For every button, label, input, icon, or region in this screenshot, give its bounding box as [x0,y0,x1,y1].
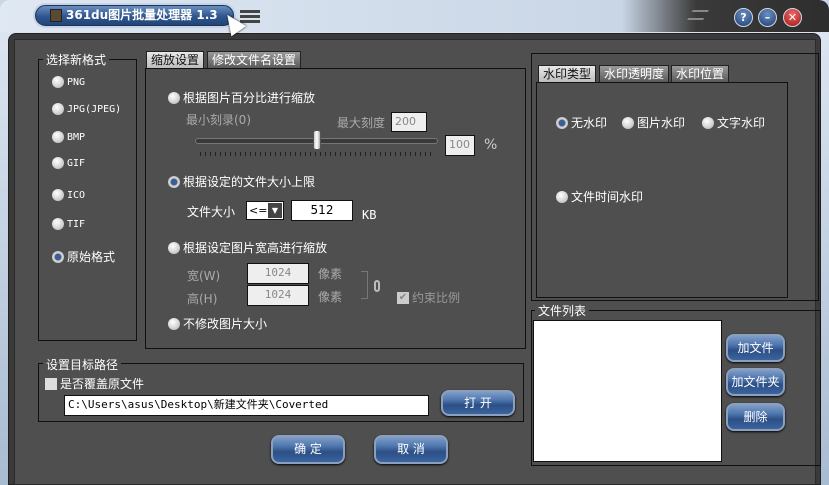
keep-ratio-checkbox[interactable]: ✔ 约束比例 [397,289,460,306]
add-folder-button[interactable]: 加文件夹 [726,368,785,396]
radio-icon [52,157,64,169]
link-bracket [361,271,368,299]
format-tif[interactable]: TIF [52,218,85,230]
operator-select[interactable]: <= ▼ [246,201,284,220]
max-scale-label: 最大刻度 [337,116,386,130]
app-icon [50,9,62,22]
tab-watermark-type[interactable]: 水印类型 [538,65,597,83]
format-group-title: 选择新格式 [43,51,110,68]
tab-rename[interactable]: 修改文件名设置 [207,51,302,69]
max-scale-input[interactable]: 200 [391,112,427,132]
radio-icon [52,131,64,143]
tab-watermark-opacity[interactable]: 水印透明度 [599,65,670,83]
scale-slider-thumb[interactable] [312,130,321,150]
checkbox-icon [45,377,57,390]
chevron-down-icon: ▼ [268,203,282,218]
format-bmp[interactable]: BMP [52,131,85,143]
format-ico[interactable]: ICO [52,189,85,201]
file-list-box[interactable] [533,320,722,462]
open-button[interactable]: 打 开 [441,390,515,416]
percent-input[interactable]: 100 [445,135,475,156]
format-png[interactable]: PNG [52,76,85,88]
width-input[interactable]: 1024 [247,263,309,284]
radio-icon [168,91,180,104]
radio-icon [52,189,64,201]
width-unit: 像素 [318,267,343,281]
height-label: 高(H) [187,292,218,306]
slider-ticks [200,152,433,156]
ok-button[interactable]: 确 定 [271,435,345,464]
min-scale-label: 最小刻录(0) [186,113,251,127]
radio-icon [556,190,568,203]
format-jpg[interactable]: JPG(JPEG) [52,103,121,115]
window-title: 361du图片批量处理器 1.3 [66,8,218,22]
radio-icon [168,175,180,188]
add-file-button[interactable]: 加文件 [726,334,785,362]
filesize-label: 文件大小 [187,205,236,219]
radio-icon [556,116,568,129]
checkbox-icon: ✔ [397,291,409,304]
cancel-button[interactable]: 取 消 [374,435,448,464]
height-unit: 像素 [318,290,343,304]
overwrite-checkbox[interactable]: 是否覆盖原文件 [45,375,144,392]
close-button[interactable]: ✕ [783,8,802,27]
radio-icon [702,116,714,129]
radio-resize-filesize[interactable]: 根据设定的文件大小上限 [168,173,315,190]
tab-resize[interactable]: 缩放设置 [146,51,205,69]
height-input[interactable]: 1024 [247,285,309,306]
radio-icon [622,116,634,129]
target-path-input[interactable]: C:\Users\asus\Desktop\新建文件夹\Coverted [64,395,429,416]
minimize-button[interactable]: – [758,8,777,27]
filesize-input[interactable]: 512 [291,200,353,221]
radio-resize-none[interactable]: 不修改图片大小 [168,315,267,332]
help-button[interactable]: ? [734,8,753,27]
width-label: 宽(W) [187,269,221,283]
radio-icon [168,317,180,330]
link-icon[interactable] [374,280,380,292]
radio-icon [52,250,64,263]
radio-icon [168,241,180,254]
format-gif[interactable]: GIF [52,157,85,169]
radio-icon [52,76,64,88]
radio-icon [52,103,64,115]
radio-image-watermark[interactable]: 图片水印 [622,114,685,131]
radio-resize-percent[interactable]: 根据图片百分比进行缩放 [168,89,315,106]
radio-resize-dimensions[interactable]: 根据设定图片宽高进行缩放 [168,239,327,256]
filesize-unit: KB [362,208,377,222]
radio-icon [52,218,64,230]
window-title-pill: 361du图片批量处理器 1.3 [35,5,234,26]
radio-no-watermark[interactable]: 无水印 [556,114,607,131]
delete-button[interactable]: 删除 [726,403,785,431]
radio-time-watermark[interactable]: 文件时间水印 [556,188,643,205]
target-group-title: 设置目标路径 [43,356,122,373]
format-original[interactable]: 原始格式 [52,248,115,265]
percent-unit: % [484,137,498,153]
file-list-title: 文件列表 [535,302,590,319]
app-window: 361du图片批量处理器 1.3 ? – ✕ 选择新格式 PNG JPG(JPE… [0,0,829,485]
radio-text-watermark[interactable]: 文字水印 [702,114,765,131]
tab-watermark-position[interactable]: 水印位置 [671,65,730,83]
